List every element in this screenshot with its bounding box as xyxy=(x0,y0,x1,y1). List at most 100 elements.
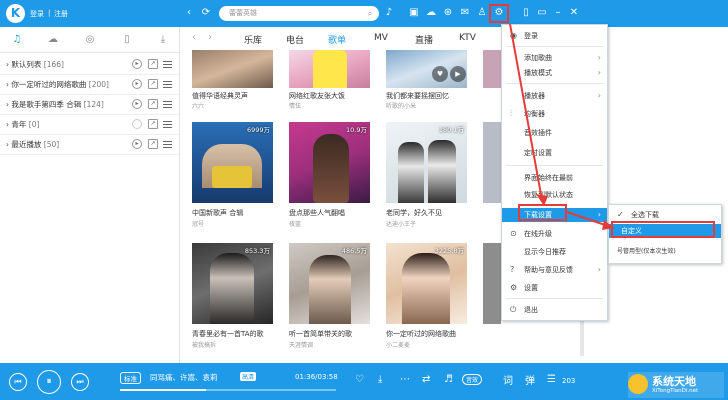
cover-image[interactable] xyxy=(192,50,273,88)
settings-icon: ⚙ xyxy=(510,283,518,292)
menu-item-help[interactable]: ? 帮助与意见反馈 › xyxy=(502,263,607,277)
heart-icon[interactable]: ♡ xyxy=(355,374,364,385)
minimize-icon[interactable]: – xyxy=(552,7,564,19)
download-icon[interactable]: ⤓ xyxy=(156,33,170,47)
radio-icon[interactable]: ◎ xyxy=(83,33,97,47)
shirt-icon[interactable]: ♙ xyxy=(476,7,488,19)
register-link[interactable]: 注册 xyxy=(54,9,68,19)
cover-image[interactable]: ♥ ▶ xyxy=(386,50,467,88)
shuffle-icon[interactable]: ⇄ xyxy=(422,374,430,385)
cover-image[interactable]: 10.9万 xyxy=(289,122,370,203)
heart-icon[interactable]: ♥ xyxy=(432,66,448,82)
prev-icon[interactable]: ⏮ xyxy=(9,373,27,391)
volume-icon[interactable]: ♬ xyxy=(444,374,453,385)
list-item[interactable]: › 最近播放 [50] ▸ ↗ xyxy=(0,135,179,155)
song-title[interactable]: 同骂痛、许嵩、袁莉 xyxy=(150,372,218,383)
menu-icon[interactable] xyxy=(163,101,172,108)
cover-image[interactable]: 853.3万 xyxy=(192,243,273,324)
watermark-logo-icon xyxy=(628,374,648,394)
playlist-list: › 默认列表 [166] ▸ ↗ › 你一定听过的网络歌曲 [200] ▸ ↗ … xyxy=(0,53,179,155)
mail-icon[interactable]: ✉ xyxy=(459,7,471,19)
menu-item-exit[interactable]: ⏻ 退出 xyxy=(502,303,607,317)
search-input[interactable]: 蕾蕾英雄 xyxy=(219,6,379,21)
list-item[interactable]: › 你一定听过的网络歌曲 [200] ▸ ↗ xyxy=(0,75,179,95)
download-icon[interactable]: ⤓ xyxy=(378,374,382,385)
tab-live[interactable]: 直播 xyxy=(415,33,433,46)
menu-icon[interactable] xyxy=(163,141,172,148)
refresh-icon[interactable]: ⟳ xyxy=(200,7,212,19)
tab-playlists[interactable]: 歌单 xyxy=(328,33,346,46)
play-circle-icon[interactable]: ▸ xyxy=(132,99,142,109)
mini-mode-icon[interactable]: ▯ xyxy=(520,7,532,19)
cover-image[interactable]: 486.5万 xyxy=(289,243,370,324)
tab-library[interactable]: 乐库 xyxy=(244,33,262,46)
pause-icon[interactable]: ⏸ xyxy=(37,370,61,394)
skin-icon[interactable]: ▣ xyxy=(408,7,420,19)
heart-icon[interactable]: ♡ xyxy=(132,119,142,129)
cover-image[interactable] xyxy=(483,243,501,324)
more-icon[interactable]: ⋯ xyxy=(400,374,410,385)
play-circle-icon[interactable]: ▸ xyxy=(132,139,142,149)
list-item[interactable]: › 默认列表 [166] ▸ ↗ xyxy=(0,55,179,75)
tab-ktv[interactable]: KTV xyxy=(459,33,476,43)
share-icon[interactable]: ↗ xyxy=(148,79,158,89)
arrow-head xyxy=(602,220,614,230)
play-icon[interactable]: ▶ xyxy=(450,66,466,82)
music-note-icon[interactable]: ♫ xyxy=(10,33,24,47)
barrage-button[interactable]: 弹 xyxy=(525,372,535,387)
list-item[interactable]: › 我是歌手第四季 合辑 [124] ▸ ↗ xyxy=(0,95,179,115)
device-icon[interactable]: ▯ xyxy=(120,33,134,47)
list-item[interactable]: › 青年 [0] ♡ ↗ xyxy=(0,115,179,135)
next-icon[interactable]: ⏭ xyxy=(71,373,89,391)
menu-icon[interactable] xyxy=(163,81,172,88)
forward-arrow-icon[interactable]: › xyxy=(203,31,217,45)
cloud-icon[interactable]: ☁ xyxy=(425,7,437,19)
cloud-icon[interactable]: ☁ xyxy=(46,33,60,47)
back-arrow-icon[interactable]: ‹ xyxy=(187,31,201,45)
voice-search-icon[interactable]: ♪ xyxy=(383,7,395,19)
share-icon[interactable]: ↗ xyxy=(148,59,158,69)
back-arrow-icon[interactable]: ‹ xyxy=(183,7,195,19)
main-nav: ‹ › 乐库 电台 歌单 MV 直播 KTV xyxy=(181,27,501,51)
menu-icon[interactable] xyxy=(163,121,172,128)
tab-mv[interactable]: MV xyxy=(374,33,388,43)
figure-shape xyxy=(210,253,254,324)
share-icon[interactable]: ↗ xyxy=(148,139,158,149)
quality-button[interactable]: 标准 xyxy=(120,372,141,384)
cover-image[interactable]: 3225.8万 xyxy=(386,243,467,324)
exit-icon: ⏻ xyxy=(510,305,517,314)
game-icon[interactable]: ⊛ xyxy=(442,7,454,19)
arrow-line xyxy=(566,211,609,227)
figure-shape xyxy=(313,134,349,203)
sound-effect-button[interactable]: 音效 xyxy=(462,374,483,385)
screen-icon[interactable]: ▭ xyxy=(536,7,548,19)
figure-shape xyxy=(313,50,347,88)
play-circle-icon[interactable]: ▸ xyxy=(132,59,142,69)
cover-image[interactable]: 180.1万 xyxy=(386,122,467,203)
search-icon[interactable]: ⌕ xyxy=(364,8,376,20)
menu-icon[interactable] xyxy=(163,61,172,68)
share-icon[interactable]: ↗ xyxy=(148,119,158,129)
cover-image[interactable] xyxy=(289,50,370,88)
share-icon[interactable]: ↗ xyxy=(148,99,158,109)
playlist-count: 203 xyxy=(562,377,576,385)
figure-shape xyxy=(428,140,456,203)
playlist-icon[interactable]: ☰ xyxy=(547,374,556,385)
submenu-item-other[interactable]: 号管用型(仅本次生效) xyxy=(609,245,721,259)
arrow-line xyxy=(509,23,543,201)
player-bar: ⏮ ⏸ ⏭ 标准 同骂痛、许嵩、袁莉 高清 01:36/03:58 xyxy=(0,363,728,400)
login-link[interactable]: 登录 xyxy=(30,9,44,19)
help-icon: ? xyxy=(510,265,515,274)
lyrics-button[interactable]: 词 xyxy=(503,372,513,387)
annotation-arrows xyxy=(509,23,614,230)
play-circle-icon[interactable]: ▸ xyxy=(132,79,142,89)
cover-image[interactable]: 6999万 xyxy=(192,122,273,203)
progress-bar[interactable] xyxy=(120,389,336,391)
chevron-right-icon: › xyxy=(597,265,601,274)
menu-item-daily-recommend[interactable]: 显示今日推荐 xyxy=(502,245,607,259)
menu-item-settings[interactable]: ⚙ 设置 xyxy=(502,281,607,295)
close-icon[interactable]: ✕ xyxy=(568,7,580,19)
arrow-head xyxy=(536,194,548,206)
hq-badge: 高清 xyxy=(240,372,257,381)
tab-radio[interactable]: 电台 xyxy=(286,33,304,46)
